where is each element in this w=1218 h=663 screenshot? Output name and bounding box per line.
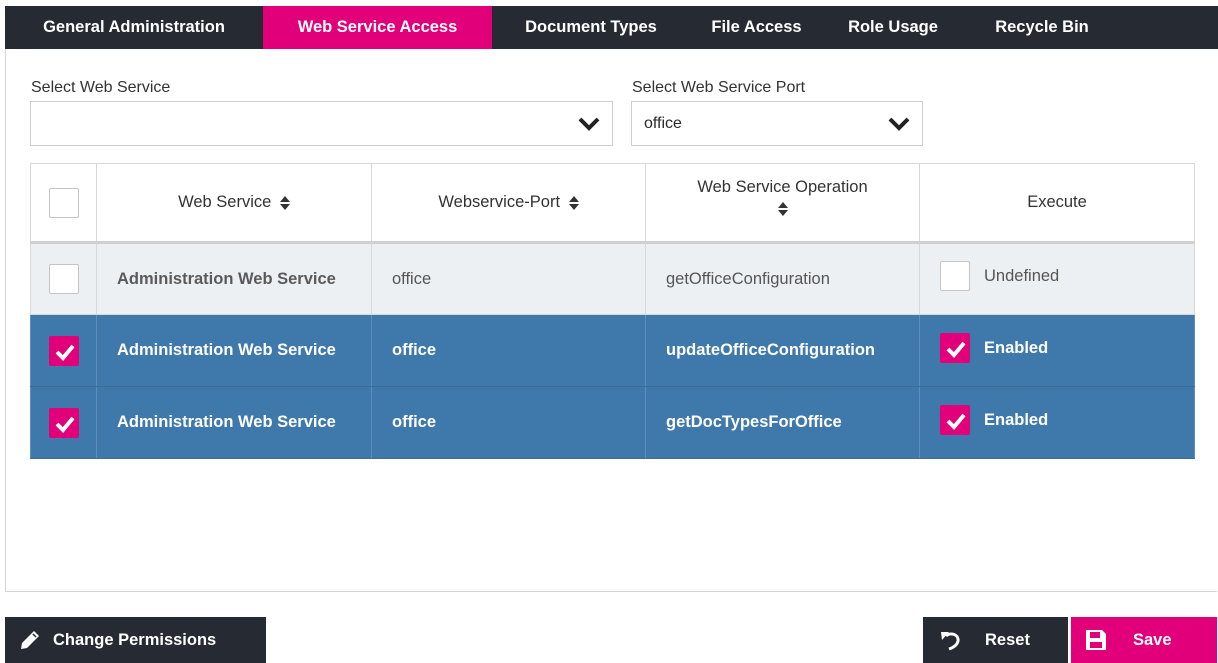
reset-label: Reset bbox=[985, 630, 1030, 649]
checkmark-icon bbox=[55, 416, 75, 433]
sort-icon bbox=[777, 201, 788, 216]
tab-general-administration[interactable]: General Administration bbox=[5, 6, 263, 49]
web-service-cell: Administration Web Service bbox=[96, 314, 372, 387]
web-service-permissions-table: Web Service Webservice-Port Web Service … bbox=[30, 163, 1195, 459]
execute-status: Undefined bbox=[984, 267, 1060, 285]
execute-status: Enabled bbox=[984, 338, 1049, 357]
pencil-icon bbox=[21, 631, 39, 649]
execute-cell: Enabled bbox=[919, 314, 1195, 387]
tab-recycle-bin[interactable]: Recycle Bin bbox=[963, 6, 1121, 49]
tab-document-types[interactable]: Document Types bbox=[492, 6, 690, 49]
column-header-label: Webservice-Port bbox=[438, 193, 561, 211]
execute-cell: Enabled bbox=[919, 386, 1195, 459]
web-service-cell: Administration Web Service bbox=[96, 386, 372, 459]
execute-checkbox[interactable] bbox=[940, 404, 970, 435]
admin-tab-bar: General Administration Web Service Acces… bbox=[5, 6, 1218, 49]
table-header-row: Web Service Webservice-Port Web Service … bbox=[30, 163, 1195, 244]
table-row[interactable]: Administration Web Service office getDoc… bbox=[30, 386, 1195, 459]
web-service-select-label: Select Web Service bbox=[31, 79, 171, 96]
save-button[interactable]: Save bbox=[1071, 617, 1217, 663]
column-header-label: Web Service bbox=[178, 193, 272, 211]
checkmark-icon bbox=[55, 344, 75, 361]
port-cell: office bbox=[371, 242, 646, 315]
select-all-checkbox[interactable] bbox=[48, 187, 79, 218]
row-select-cell bbox=[30, 386, 97, 459]
row-select-checkbox[interactable] bbox=[48, 264, 79, 294]
column-header-label: Execute bbox=[1027, 193, 1087, 211]
row-select-checkbox[interactable] bbox=[48, 335, 79, 366]
row-select-cell bbox=[30, 314, 97, 387]
table-row[interactable]: Administration Web Service office getOff… bbox=[30, 242, 1195, 315]
row-select-cell bbox=[30, 242, 97, 315]
web-service-port-select[interactable]: office bbox=[631, 101, 923, 146]
chevron-down-icon bbox=[888, 117, 910, 131]
operation-cell: getDocTypesForOffice bbox=[645, 386, 920, 459]
tab-file-access[interactable]: File Access bbox=[690, 6, 823, 49]
floppy-disk-icon bbox=[1086, 630, 1106, 650]
port-cell: office bbox=[371, 386, 646, 459]
web-service-port-select-label: Select Web Service Port bbox=[632, 79, 806, 96]
column-header-label: Web Service Operation bbox=[697, 178, 868, 196]
execute-status: Enabled bbox=[984, 410, 1049, 429]
table-row[interactable]: Administration Web Service office update… bbox=[30, 314, 1195, 387]
operation-cell: updateOfficeConfiguration bbox=[645, 314, 920, 387]
execute-checkbox[interactable] bbox=[940, 261, 970, 291]
execute-cell: Undefined bbox=[919, 242, 1195, 315]
tab-web-service-access[interactable]: Web Service Access bbox=[263, 6, 492, 49]
column-header-web-service-operation[interactable]: Web Service Operation bbox=[645, 163, 920, 244]
change-permissions-button[interactable]: Change Permissions bbox=[5, 617, 266, 663]
column-header-execute: Execute bbox=[919, 163, 1195, 244]
column-header-webservice-port[interactable]: Webservice-Port bbox=[371, 163, 646, 244]
reset-button[interactable]: Reset bbox=[923, 617, 1068, 663]
save-label: Save bbox=[1133, 630, 1172, 649]
web-service-cell: Administration Web Service bbox=[96, 242, 372, 315]
port-cell: office bbox=[371, 314, 646, 387]
chevron-down-icon bbox=[578, 117, 600, 131]
tab-role-usage[interactable]: Role Usage bbox=[823, 6, 963, 49]
checkmark-icon bbox=[946, 341, 966, 358]
execute-checkbox[interactable] bbox=[940, 332, 970, 363]
change-permissions-label: Change Permissions bbox=[53, 630, 217, 649]
column-header-web-service[interactable]: Web Service bbox=[96, 163, 372, 244]
checkmark-icon bbox=[946, 413, 966, 430]
sort-icon bbox=[279, 195, 290, 210]
operation-cell: getOfficeConfiguration bbox=[645, 242, 920, 315]
web-service-port-select-value: office bbox=[644, 114, 682, 132]
web-service-select[interactable] bbox=[30, 101, 613, 146]
row-select-checkbox[interactable] bbox=[48, 407, 79, 438]
sort-icon bbox=[568, 195, 579, 210]
select-all-cell bbox=[30, 163, 97, 244]
undo-icon bbox=[941, 632, 960, 651]
